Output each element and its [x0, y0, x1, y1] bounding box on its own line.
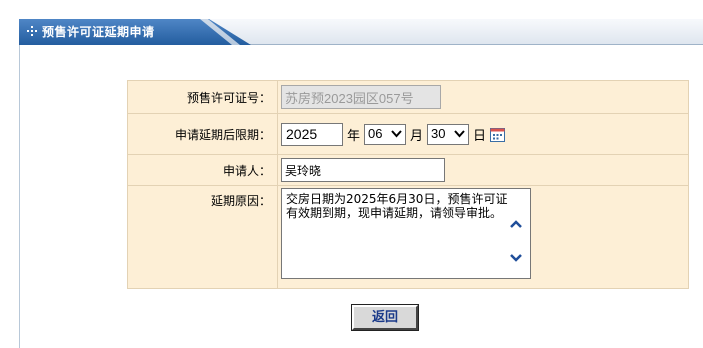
back-button[interactable]: 返回	[351, 304, 419, 331]
chevron-down-icon	[454, 129, 465, 137]
scroll-up-icon[interactable]	[509, 219, 523, 229]
reason-row: 延期原因： 交房日期为2025年6月30日，预售许可证有效期到期，现申请延期，请…	[127, 185, 689, 289]
month-select[interactable]: 06	[364, 123, 407, 145]
applicant-label: 申请人：	[127, 154, 278, 186]
page-title: 预售许可证延期申请	[42, 25, 155, 39]
reason-textarea[interactable]: 交房日期为2025年6月30日，预售许可证有效期到期，现申请延期，请领导审批。	[281, 188, 531, 279]
applicant-cell	[277, 154, 689, 186]
date-picker: 年 06 月 30 日	[281, 122, 688, 146]
month-unit: 月	[410, 128, 424, 144]
chevron-down-icon	[391, 129, 402, 137]
deadline-row: 申请延期后限期： 年 06 月 30 日	[127, 113, 689, 155]
left-divider	[19, 45, 20, 348]
day-unit: 日	[473, 128, 487, 144]
month-value: 06	[368, 125, 383, 141]
applicant-row: 申请人：	[127, 154, 689, 186]
day-value: 30	[431, 125, 446, 141]
scroll-down-icon[interactable]	[509, 253, 523, 263]
calendar-icon[interactable]	[490, 127, 506, 142]
grid-bullet-icon	[26, 25, 38, 37]
permit-number-field	[281, 85, 441, 109]
permit-row: 预售许可证号：	[127, 80, 689, 114]
deadline-cell: 年 06 月 30 日	[277, 113, 689, 155]
reason-cell: 交房日期为2025年6月30日，预售许可证有效期到期，现申请延期，请领导审批。	[277, 185, 689, 289]
year-unit: 年	[347, 128, 361, 144]
reason-label: 延期原因：	[127, 185, 278, 289]
applicant-field[interactable]	[281, 158, 445, 182]
reason-text: 交房日期为2025年6月30日，预售许可证有效期到期，现申请延期，请领导审批。	[286, 192, 508, 220]
permit-cell	[277, 80, 689, 114]
application-form: 预售许可证号： 申请延期后限期： 年 06 月 30	[127, 80, 689, 289]
day-select[interactable]: 30	[427, 123, 470, 145]
permit-label: 预售许可证号：	[127, 80, 278, 114]
deadline-label: 申请延期后限期：	[127, 113, 278, 155]
year-input[interactable]	[281, 122, 343, 146]
